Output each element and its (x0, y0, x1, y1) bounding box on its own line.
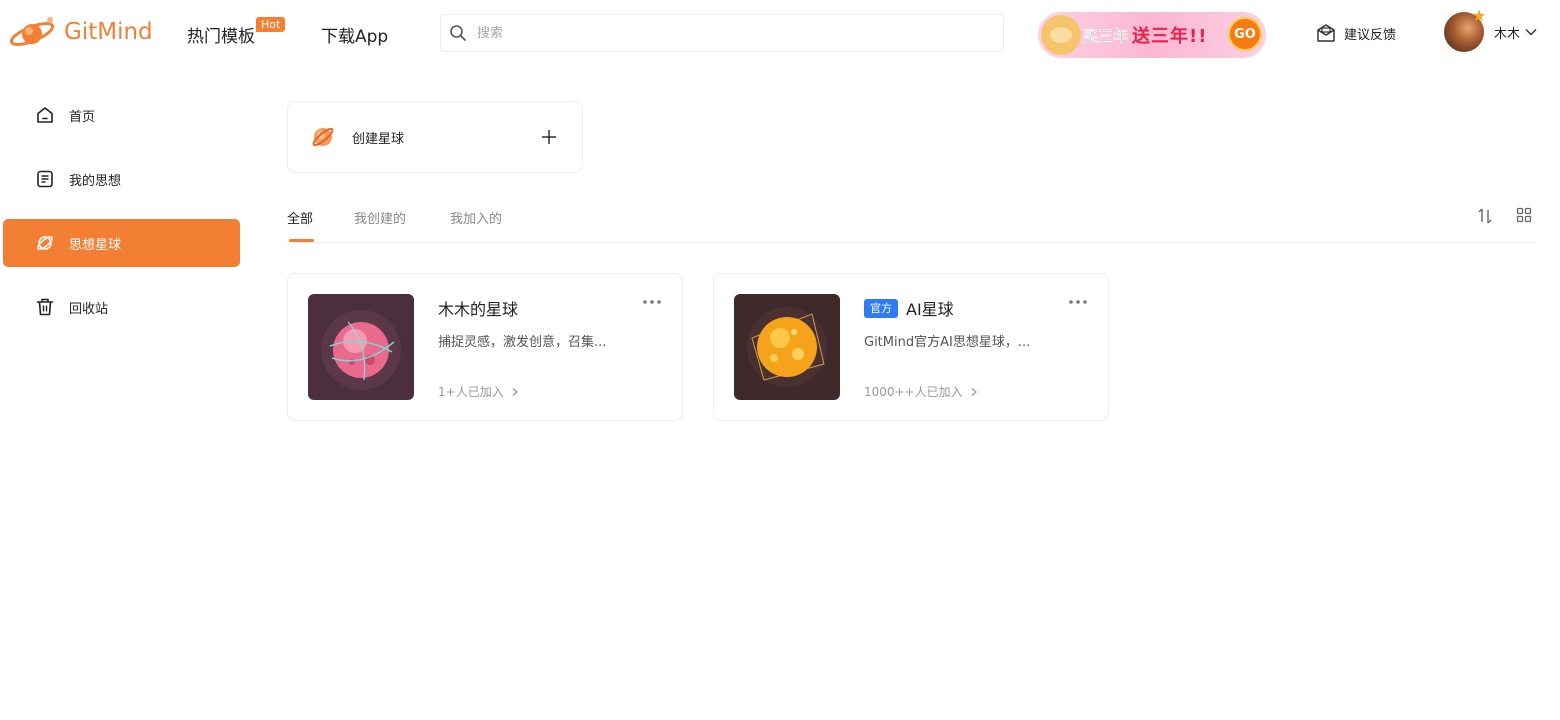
planet-tabs: 全部 我创建的 我加入的 (287, 207, 1535, 243)
chevron-down-icon (1525, 28, 1537, 36)
planet-description: GitMind官方AI思想星球，... (864, 335, 1031, 350)
sidebar-item-label: 回收站 (69, 301, 109, 317)
create-planet-button[interactable]: 创建星球 (287, 101, 583, 173)
sidebar-item-label: 我的思想 (69, 173, 122, 189)
pink-planet-thumbnail (308, 294, 414, 400)
sidebar-item-trash[interactable]: 回收站 (3, 283, 240, 331)
promo-mascot-icon (1041, 15, 1081, 55)
gitmind-logo[interactable]: GitMind (8, 14, 153, 50)
planet-description: 捕捉灵感，激发创意，召集... (438, 335, 607, 350)
planet-members-link[interactable]: 1000++人已加入 (864, 383, 979, 400)
chevron-right-icon (971, 387, 977, 396)
planet-members-link[interactable]: 1+人已加入 (438, 383, 520, 400)
tab-joined[interactable]: 我加入的 (450, 208, 502, 227)
ai-planet-thumbnail (734, 294, 840, 400)
document-icon (37, 170, 53, 188)
promo-banner[interactable]: 买三年 送三年!! GO (1038, 12, 1266, 58)
active-tab-indicator (289, 239, 314, 242)
sidebar: 首页 我的思想 思想星球 回收站 (0, 66, 248, 720)
promo-text-main: 买三年 (1083, 26, 1129, 45)
planet-title: 木木的星球 (438, 296, 518, 320)
planet-card-ai[interactable]: 官方 AI星球 GitMind官方AI思想星球，... 1000++人已加入 (713, 273, 1109, 421)
logo-text: GitMind (64, 19, 153, 45)
official-badge: 官方 (864, 298, 898, 318)
gitmind-logo-icon (9, 17, 55, 46)
search-icon (450, 25, 466, 41)
sidebar-item-my-thoughts[interactable]: 我的思想 (3, 155, 240, 203)
hot-badge: Hot (256, 17, 286, 32)
grid-view-icon[interactable] (1516, 207, 1532, 223)
sidebar-item-label: 思想星球 (69, 237, 122, 253)
planet-create-icon (312, 127, 334, 147)
nav-download-app[interactable]: 下载App (321, 22, 388, 47)
sidebar-item-home[interactable]: 首页 (3, 91, 240, 139)
feedback-button[interactable]: 建议反馈 (1316, 23, 1396, 43)
planet-title-text: AI星球 (906, 300, 954, 319)
avatar: ★ (1444, 6, 1486, 52)
pink-planet-icon (308, 294, 414, 400)
top-header: GitMind 热门模板 Hot 下载App 买三年 送三年!! GO 建议反馈… (0, 0, 1560, 66)
user-name: 木木 (1494, 26, 1521, 42)
tab-created[interactable]: 我创建的 (354, 208, 406, 227)
chevron-right-icon (512, 387, 518, 396)
sidebar-item-label: 首页 (69, 109, 96, 125)
search-input[interactable] (477, 25, 957, 41)
more-options-icon[interactable] (1068, 298, 1088, 306)
avatar-star-icon: ★ (1472, 6, 1487, 25)
user-menu[interactable]: ★ 木木 (1444, 6, 1538, 52)
create-planet-label: 创建星球 (352, 131, 405, 147)
home-icon (37, 107, 53, 123)
planet-title-text: 木木的星球 (438, 300, 519, 319)
golden-planet-icon (734, 294, 840, 400)
nav-hot-templates[interactable]: 热门模板 (187, 22, 255, 47)
tab-all[interactable]: 全部 (287, 208, 313, 227)
feedback-mail-icon (1317, 24, 1335, 42)
more-options-icon[interactable] (642, 298, 662, 306)
search-bar[interactable] (440, 14, 1004, 52)
feedback-label: 建议反馈 (1344, 27, 1397, 43)
sort-icon[interactable] (1476, 207, 1494, 225)
planet-members-count: 1000++人已加入 (864, 385, 963, 399)
sidebar-item-thought-planet[interactable]: 思想星球 (3, 219, 240, 267)
planet-icon (37, 235, 53, 251)
promo-text-accent: 送三年!! (1132, 26, 1208, 47)
promo-go-button[interactable]: GO (1228, 17, 1262, 51)
trash-icon (36, 298, 54, 316)
planet-card-mumu[interactable]: 木木的星球 捕捉灵感，激发创意，召集... 1+人已加入 (287, 273, 683, 421)
plus-icon (542, 130, 556, 144)
planet-members-count: 1+人已加入 (438, 385, 504, 399)
planet-title: 官方 AI星球 (864, 296, 954, 320)
